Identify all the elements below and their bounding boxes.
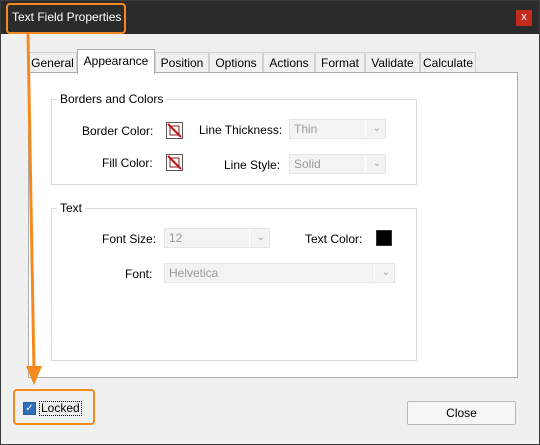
text-group-title: Text bbox=[57, 201, 86, 215]
dropdown-separator bbox=[365, 120, 366, 138]
font-dropdown[interactable]: Helvetica ⌄ bbox=[164, 263, 395, 283]
chevron-down-icon: ⌄ bbox=[381, 267, 390, 278]
font-size-dropdown[interactable]: 12 ⌄ bbox=[164, 228, 270, 248]
text-color-swatch[interactable] bbox=[376, 230, 392, 246]
font-label: Font: bbox=[125, 267, 153, 281]
fill-color-label: Fill Color: bbox=[102, 156, 153, 170]
close-button[interactable]: Close bbox=[407, 401, 516, 425]
borders-colors-title: Borders and Colors bbox=[57, 92, 167, 106]
tab-appearance[interactable]: Appearance bbox=[77, 49, 155, 74]
locked-checkbox[interactable]: ✓ bbox=[23, 402, 36, 415]
title-bar[interactable]: Text Field Properties x bbox=[1, 1, 539, 34]
dropdown-separator bbox=[365, 155, 366, 173]
window-title: Text Field Properties bbox=[12, 10, 122, 24]
border-color-label: Border Color: bbox=[82, 124, 154, 138]
chevron-down-icon: ⌄ bbox=[256, 232, 265, 243]
dialog-window: Text Field Properties x General Appearan… bbox=[0, 0, 540, 445]
chevron-down-icon: ⌄ bbox=[372, 158, 381, 169]
line-thickness-dropdown[interactable]: Thin ⌄ bbox=[289, 119, 386, 139]
tab-calculate[interactable]: Calculate bbox=[420, 52, 476, 73]
no-color-icon bbox=[167, 155, 182, 170]
text-color-label: Text Color: bbox=[305, 232, 363, 246]
dropdown-separator bbox=[374, 264, 375, 282]
tab-validate[interactable]: Validate bbox=[365, 52, 420, 73]
close-window-button[interactable]: x bbox=[516, 10, 532, 26]
tab-position[interactable]: Position bbox=[155, 52, 209, 73]
fill-color-swatch[interactable] bbox=[166, 154, 183, 171]
tab-format[interactable]: Format bbox=[315, 52, 365, 73]
border-color-swatch[interactable] bbox=[166, 122, 183, 139]
tab-options[interactable]: Options bbox=[209, 52, 263, 73]
line-thickness-value: Thin bbox=[294, 122, 318, 136]
line-thickness-label: Line Thickness: bbox=[199, 123, 283, 137]
tab-general[interactable]: General bbox=[28, 52, 77, 73]
chevron-down-icon: ⌄ bbox=[372, 123, 381, 134]
line-style-value: Solid bbox=[294, 157, 321, 171]
font-value: Helvetica bbox=[169, 266, 219, 280]
dropdown-separator bbox=[249, 229, 250, 247]
locked-label[interactable]: Locked bbox=[39, 401, 82, 416]
font-size-label: Font Size: bbox=[102, 232, 157, 246]
font-size-value: 12 bbox=[169, 231, 183, 245]
tab-actions[interactable]: Actions bbox=[263, 52, 315, 73]
line-style-dropdown[interactable]: Solid ⌄ bbox=[289, 154, 386, 174]
line-style-label: Line Style: bbox=[224, 158, 281, 172]
no-color-icon bbox=[167, 123, 182, 138]
